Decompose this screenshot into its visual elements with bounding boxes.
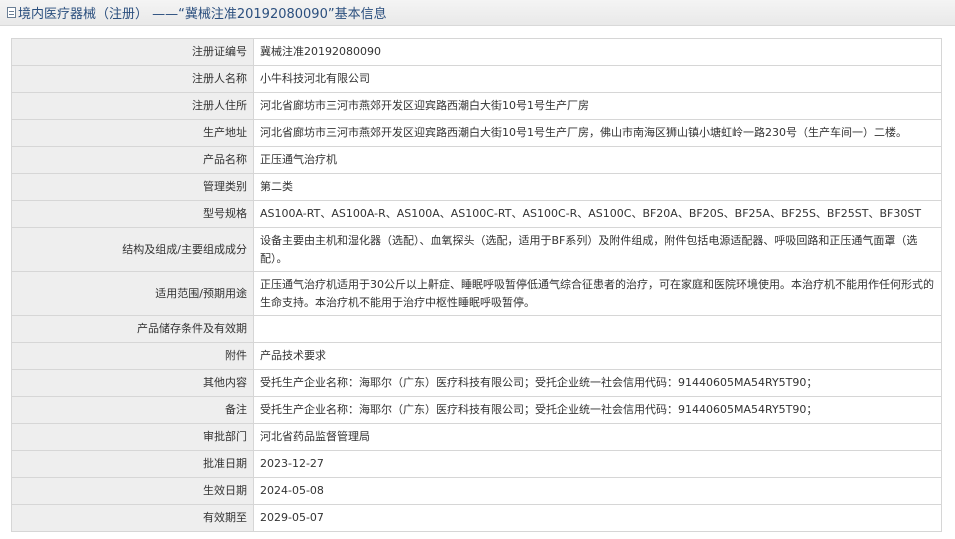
row-label: 注册人名称 <box>11 65 254 93</box>
table-row: 注册证编号 冀械注准20192080090 <box>11 38 942 66</box>
row-value: 河北省廊坊市三河市燕郊开发区迎宾路西潮白大街10号1号生产厂房，佛山市南海区狮山… <box>253 119 942 147</box>
row-value: 河北省药品监督管理局 <box>253 423 942 451</box>
document-icon <box>7 7 16 18</box>
table-row: 适用范围/预期用途 正压通气治疗机适用于30公斤以上鼾症、睡眠呼吸暂停低通气综合… <box>11 271 942 316</box>
table-row: 批准日期 2023-12-27 <box>11 450 942 478</box>
row-value: 2024-05-08 <box>253 477 942 505</box>
row-label: 型号规格 <box>11 200 254 228</box>
row-label: 产品储存条件及有效期 <box>11 315 254 343</box>
row-label: 审批部门 <box>11 423 254 451</box>
row-label: 注册证编号 <box>11 38 254 66</box>
table-row: 型号规格 AS100A-RT、AS100A-R、AS100A、AS100C-RT… <box>11 200 942 228</box>
table-row: 生产地址 河北省廊坊市三河市燕郊开发区迎宾路西潮白大街10号1号生产厂房，佛山市… <box>11 119 942 147</box>
row-value: 第二类 <box>253 173 942 201</box>
row-label: 有效期至 <box>11 504 254 532</box>
table-row: 注册人名称 小牛科技河北有限公司 <box>11 65 942 93</box>
row-label: 适用范围/预期用途 <box>11 271 254 316</box>
row-value: 2023-12-27 <box>253 450 942 478</box>
row-value: 设备主要由主机和湿化器（选配）、血氧探头（选配，适用于BF系列）及附件组成，附件… <box>253 227 942 272</box>
row-value <box>253 315 942 343</box>
row-label: 产品名称 <box>11 146 254 174</box>
info-table: 注册证编号 冀械注准20192080090 注册人名称 小牛科技河北有限公司 注… <box>11 38 942 532</box>
row-label: 附件 <box>11 342 254 370</box>
table-row: 有效期至 2029-05-07 <box>11 504 942 532</box>
row-value: 河北省廊坊市三河市燕郊开发区迎宾路西潮白大街10号1号生产厂房 <box>253 92 942 120</box>
page-header: 境内医疗器械（注册） ——“冀械注准20192080090”基本信息 <box>0 0 955 26</box>
table-row: 结构及组成/主要组成成分 设备主要由主机和湿化器（选配）、血氧探头（选配，适用于… <box>11 227 942 272</box>
row-label: 结构及组成/主要组成成分 <box>11 227 254 272</box>
row-label: 其他内容 <box>11 369 254 397</box>
row-value: 产品技术要求 <box>253 342 942 370</box>
table-row: 备注 受托生产企业名称：海耶尔（广东）医疗科技有限公司；受托企业统一社会信用代码… <box>11 396 942 424</box>
table-row: 附件 产品技术要求 <box>11 342 942 370</box>
row-label: 管理类别 <box>11 173 254 201</box>
table-row: 生效日期 2024-05-08 <box>11 477 942 505</box>
row-value: 冀械注准20192080090 <box>253 38 942 66</box>
table-row: 注册人住所 河北省廊坊市三河市燕郊开发区迎宾路西潮白大街10号1号生产厂房 <box>11 92 942 120</box>
row-label: 备注 <box>11 396 254 424</box>
row-value: AS100A-RT、AS100A-R、AS100A、AS100C-RT、AS10… <box>253 200 942 228</box>
row-value: 受托生产企业名称：海耶尔（广东）医疗科技有限公司；受托企业统一社会信用代码：91… <box>253 396 942 424</box>
row-label: 生产地址 <box>11 119 254 147</box>
table-row: 产品名称 正压通气治疗机 <box>11 146 942 174</box>
row-value: 受托生产企业名称：海耶尔（广东）医疗科技有限公司；受托企业统一社会信用代码：91… <box>253 369 942 397</box>
table-row: 其他内容 受托生产企业名称：海耶尔（广东）医疗科技有限公司；受托企业统一社会信用… <box>11 369 942 397</box>
row-label: 批准日期 <box>11 450 254 478</box>
row-label: 注册人住所 <box>11 92 254 120</box>
table-row: 产品储存条件及有效期 <box>11 315 942 343</box>
table-row: 管理类别 第二类 <box>11 173 942 201</box>
row-value: 2029-05-07 <box>253 504 942 532</box>
row-value: 小牛科技河北有限公司 <box>253 65 942 93</box>
row-label: 生效日期 <box>11 477 254 505</box>
table-row: 审批部门 河北省药品监督管理局 <box>11 423 942 451</box>
row-value: 正压通气治疗机 <box>253 146 942 174</box>
page-title: 境内医疗器械（注册） ——“冀械注准20192080090”基本信息 <box>18 7 387 22</box>
row-value: 正压通气治疗机适用于30公斤以上鼾症、睡眠呼吸暂停低通气综合征患者的治疗，可在家… <box>253 271 942 316</box>
